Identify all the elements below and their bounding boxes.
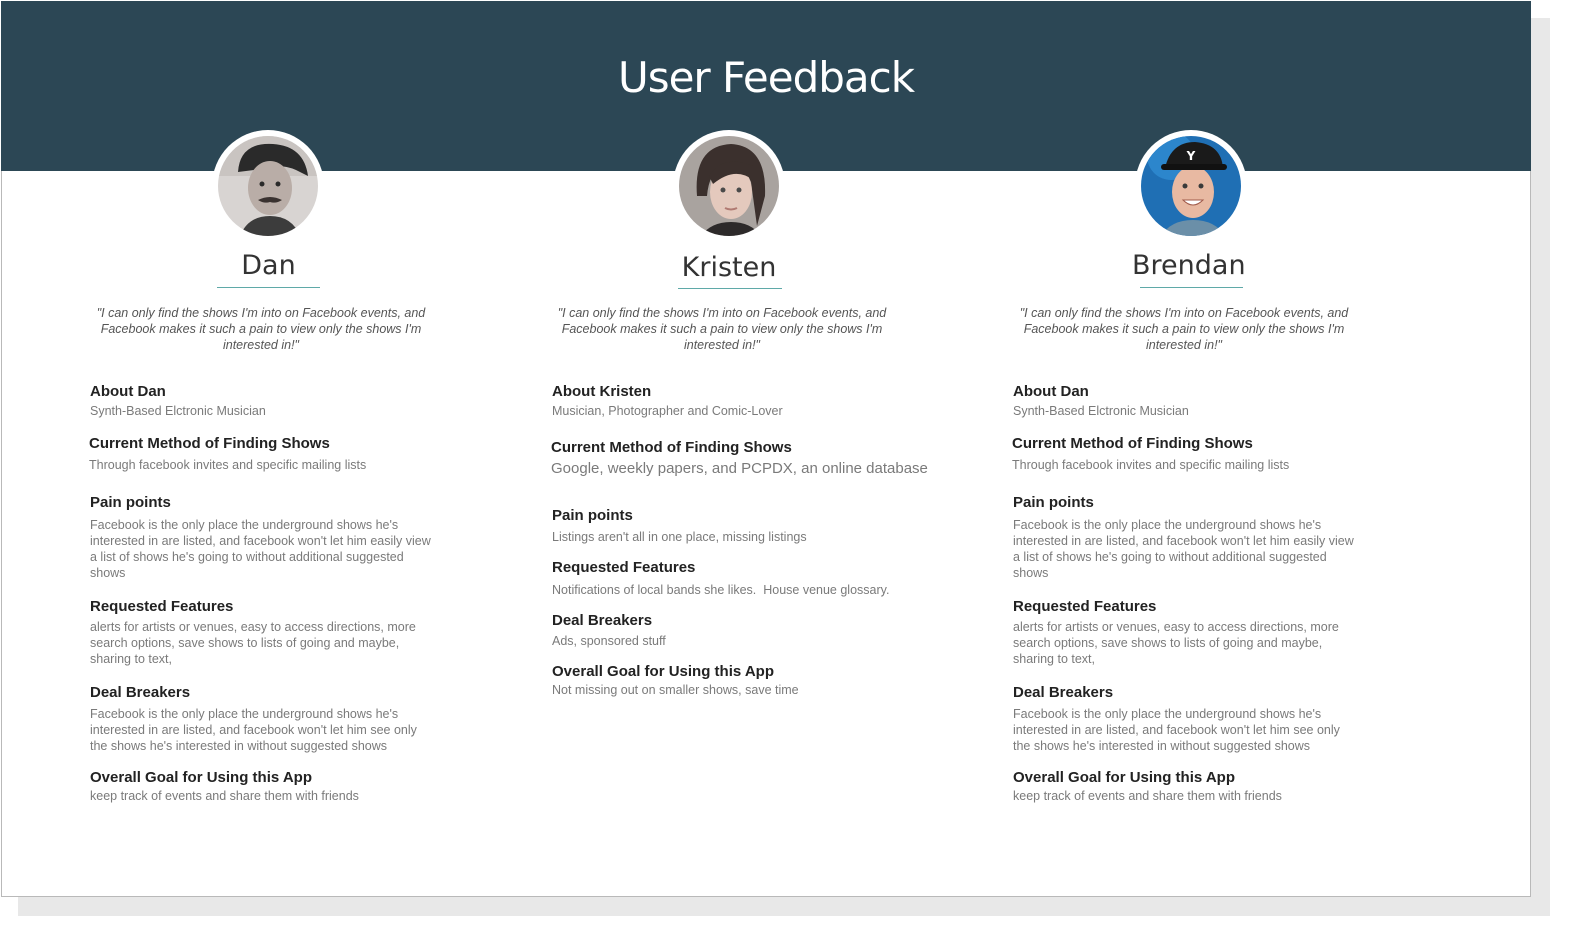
persona-brendan: Y Brendan "I can only find the shows I'm… xyxy=(0,0,1354,900)
about-text: Musician, Photographer and Comic-Lover xyxy=(552,404,783,418)
name-underline xyxy=(678,288,782,289)
about-heading: About Kristen xyxy=(552,383,652,400)
method-text: Through facebook invites and specific ma… xyxy=(1012,458,1290,472)
about-heading: About Dan xyxy=(1013,383,1089,400)
features-text: Notifications of local bands she likes. … xyxy=(552,583,890,597)
breakers-heading: Deal Breakers xyxy=(1013,684,1114,701)
pain-heading: Pain points xyxy=(1013,494,1094,511)
goal-text: keep track of events and share them with… xyxy=(1013,789,1282,803)
persona-quote: "I can only find the shows I'm into on F… xyxy=(1019,306,1349,352)
about-text: Synth-Based Elctronic Musician xyxy=(1013,404,1189,418)
persona-quote: "I can only find the shows I'm into on F… xyxy=(557,306,887,352)
avatar-kristen xyxy=(673,130,785,242)
breakers-heading: Deal Breakers xyxy=(552,612,653,629)
pain-heading: Pain points xyxy=(552,507,633,524)
goal-heading: Overall Goal for Using this App xyxy=(1013,769,1235,786)
goal-text: Not missing out on smaller shows, save t… xyxy=(552,683,799,697)
avatar-brendan: Y xyxy=(1135,130,1247,242)
pain-text: Facebook is the only place the undergrou… xyxy=(1013,518,1354,580)
breakers-text: Ads, sponsored stuff xyxy=(552,634,666,648)
breakers-text: Facebook is the only place the undergrou… xyxy=(1013,707,1340,753)
features-heading: Requested Features xyxy=(1013,598,1157,615)
goal-heading: Overall Goal for Using this App xyxy=(552,663,774,680)
method-heading: Current Method of Finding Shows xyxy=(551,439,792,456)
features-text: alerts for artists or venues, easy to ac… xyxy=(1013,620,1339,666)
persona-name: Brendan xyxy=(1132,250,1246,281)
name-underline xyxy=(1140,287,1243,288)
features-heading: Requested Features xyxy=(552,559,696,576)
pain-text: Listings aren't all in one place, missin… xyxy=(552,530,807,544)
method-heading: Current Method of Finding Shows xyxy=(1012,435,1253,452)
method-text: Google, weekly papers, and PCPDX, an onl… xyxy=(551,460,928,477)
persona-name: Kristen xyxy=(681,252,777,283)
svg-text:Y: Y xyxy=(1186,149,1196,163)
